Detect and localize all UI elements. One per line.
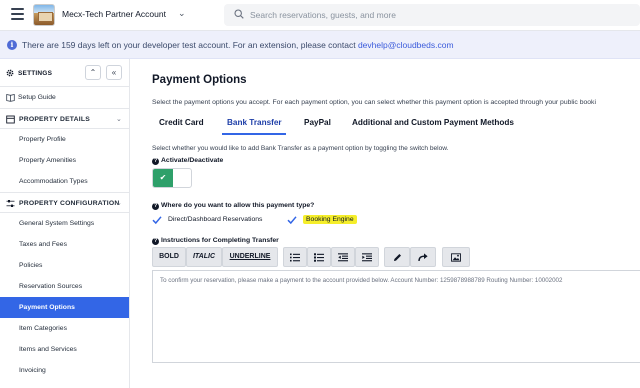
unordered-list-button[interactable] [283, 247, 307, 267]
sidebar-item-item-categories[interactable]: Item Categories [0, 318, 129, 339]
page-description: Select the payment options you accept. F… [152, 99, 596, 106]
sidebar-section-property-details[interactable]: PROPERTY DETAILS ⌄ [0, 108, 129, 129]
property-thumbnail[interactable] [33, 4, 55, 26]
outdent-button[interactable] [331, 247, 355, 267]
gear-icon [6, 69, 14, 77]
pencil-icon [393, 254, 401, 261]
sidebar-section-property-configuration[interactable]: PROPERTY CONFIGURATION ⌄ [0, 192, 129, 213]
redo-button[interactable] [410, 247, 436, 267]
sidebar: SETTINGS ⌃ « Setup Guide PROPERTY DETAIL… [0, 59, 130, 388]
trial-banner: i There are 159 days left on your develo… [0, 31, 640, 59]
chevron-down-icon: ⌄ [116, 200, 122, 207]
banner-message: There are 159 days left on your develope… [22, 40, 358, 50]
sidebar-scroll-up-button[interactable]: ⌃ [85, 65, 101, 80]
hamburger-menu-icon[interactable] [11, 8, 24, 21]
top-bar: Mecx-Tech Partner Account ⌄ [0, 0, 640, 31]
sidebar-item-invoicing[interactable]: Invoicing [0, 360, 129, 381]
tab-bank-transfer[interactable]: Bank Transfer [227, 118, 282, 127]
active-tab-indicator [222, 133, 286, 135]
help-icon[interactable]: ? [152, 158, 159, 165]
where-allow-label: ? Where do you want to allow this payment… [152, 202, 314, 210]
settings-label: SETTINGS [18, 70, 53, 77]
instructions-label-text: Instructions for Completing Transfer [161, 237, 279, 244]
help-icon[interactable]: ? [152, 203, 159, 210]
activate-label-text: Activate/Deactivate [161, 157, 224, 164]
property-details-icon [6, 115, 15, 124]
banner-text: There are 159 days left on your develope… [22, 40, 454, 50]
page-title: Payment Options [152, 74, 247, 86]
sidebar-item-label: Property Profile [19, 136, 66, 143]
sidebar-item-label: Setup Guide [18, 94, 56, 101]
outdent-icon [338, 253, 348, 262]
redo-arrow-icon [418, 253, 428, 262]
payment-tabs: Credit Card Bank Transfer PayPal Additio… [152, 114, 640, 135]
underline-button[interactable]: UNDERLINE [222, 247, 278, 267]
sidebar-item-setup-guide[interactable]: Setup Guide [0, 87, 129, 108]
help-icon[interactable]: ? [152, 238, 159, 245]
search-input[interactable] [250, 4, 630, 26]
activate-label: ? Activate/Deactivate [152, 157, 223, 165]
sidebar-item-general-system-settings[interactable]: General System Settings [0, 213, 129, 234]
sidebar-item-accommodation-types[interactable]: Accommodation Types [0, 171, 129, 192]
toggle-description: Select whether you would like to add Ban… [152, 145, 449, 152]
sidebar-item-label: Payment Options [19, 304, 75, 311]
sliders-icon [6, 200, 15, 207]
sidebar-item-label: Reservation Sources [19, 283, 83, 290]
sidebar-item-label: Invoicing [19, 367, 46, 374]
sidebar-item-property-profile[interactable]: Property Profile [0, 129, 129, 150]
unordered-list-icon [290, 253, 300, 262]
sidebar-section-label: PROPERTY DETAILS [19, 116, 90, 123]
sidebar-item-label: Taxes and Fees [19, 241, 67, 248]
search-box[interactable] [224, 4, 640, 26]
sidebar-item-payment-options[interactable]: Payment Options [0, 297, 129, 318]
sidebar-section-label: PROPERTY CONFIGURATION [19, 200, 120, 207]
instructions-editor[interactable]: To confirm your reservation, please make… [152, 270, 640, 363]
option-label-wrap: Booking Engine [303, 215, 357, 224]
indent-button[interactable] [355, 247, 379, 267]
sidebar-settings-header: SETTINGS ⌃ « [0, 59, 129, 87]
account-name[interactable]: Mecx-Tech Partner Account [62, 9, 166, 19]
bold-button[interactable]: BOLD [152, 247, 186, 267]
ordered-list-button[interactable] [307, 247, 331, 267]
check-icon: ✔ [153, 169, 173, 187]
checkmark-icon[interactable] [152, 215, 162, 225]
option-label: Direct/Dashboard Reservations [168, 216, 263, 223]
sidebar-item-label: Items and Services [19, 346, 77, 353]
ordered-list-icon [314, 253, 324, 262]
sidebar-item-label: Item Categories [19, 325, 67, 332]
tab-paypal[interactable]: PayPal [304, 118, 331, 127]
checkmark-icon[interactable] [287, 215, 297, 225]
sidebar-item-label: Property Amenities [19, 157, 77, 164]
indent-icon [362, 253, 372, 262]
image-icon [451, 253, 461, 262]
main-content: Payment Options Select the payment optio… [130, 59, 640, 388]
sidebar-item-label: Accommodation Types [19, 178, 88, 185]
activate-toggle[interactable]: ✔ [152, 168, 192, 188]
option-label: Booking Engine [303, 215, 357, 224]
banner-email-link[interactable]: devhelp@cloudbeds.com [358, 40, 454, 50]
sidebar-item-label: General System Settings [19, 220, 95, 227]
insert-image-button[interactable] [442, 247, 470, 267]
instructions-text[interactable]: To confirm your reservation, please make… [160, 277, 562, 284]
chevron-down-icon: ⌄ [116, 116, 122, 123]
search-icon [234, 9, 244, 19]
sidebar-item-policies[interactable]: Policies [0, 255, 129, 276]
sidebar-item-label: Policies [19, 262, 43, 269]
sidebar-item-items-and-services[interactable]: Items and Services [0, 339, 129, 360]
italic-button[interactable]: ITALIC [186, 247, 222, 267]
pencil-button[interactable] [384, 247, 410, 267]
info-icon: i [7, 40, 17, 50]
book-icon [6, 94, 15, 102]
where-allow-label-text: Where do you want to allow this payment … [161, 202, 315, 209]
chevron-down-icon[interactable]: ⌄ [178, 8, 186, 19]
sidebar-item-property-amenities[interactable]: Property Amenities [0, 150, 129, 171]
editor-toolbar: BOLD ITALIC UNDERLINE [152, 247, 640, 267]
tab-credit-card[interactable]: Credit Card [159, 118, 204, 127]
sidebar-item-reservation-sources[interactable]: Reservation Sources [0, 276, 129, 297]
sidebar-item-taxes-and-fees[interactable]: Taxes and Fees [0, 234, 129, 255]
sidebar-collapse-button[interactable]: « [106, 65, 122, 80]
tab-additional-custom-methods[interactable]: Additional and Custom Payment Methods [352, 118, 514, 127]
instructions-label: ? Instructions for Completing Transfer [152, 237, 279, 245]
